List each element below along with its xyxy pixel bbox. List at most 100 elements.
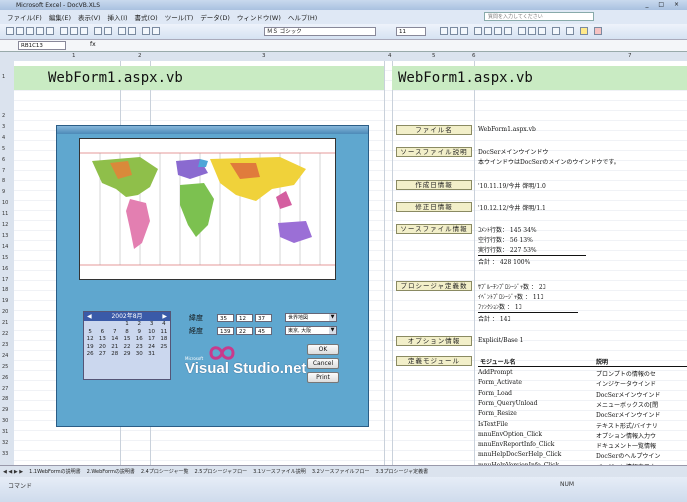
- menu-view[interactable]: 表示(V): [78, 12, 101, 22]
- comma-icon[interactable]: [538, 27, 546, 35]
- menu-format[interactable]: 書式(O): [135, 12, 158, 22]
- indent-icon[interactable]: [552, 27, 560, 35]
- row-header-5[interactable]: 5: [2, 146, 5, 152]
- row-header-24[interactable]: 24: [2, 353, 8, 359]
- calendar-day[interactable]: 31: [145, 351, 157, 359]
- redo-icon[interactable]: [104, 27, 112, 35]
- calendar-day[interactable]: 14: [109, 336, 121, 344]
- col-header-4[interactable]: 4: [388, 53, 392, 59]
- col-header-2[interactable]: 2: [138, 53, 142, 59]
- row-header-2[interactable]: 2: [2, 113, 5, 119]
- row-header-3[interactable]: 3: [2, 124, 5, 130]
- sheet-tab-5[interactable]: 3.1ソースファイル説明: [253, 468, 306, 475]
- calendar-day[interactable]: 20: [96, 344, 108, 352]
- row-header-1[interactable]: 1: [2, 74, 5, 80]
- currency-icon[interactable]: [518, 27, 526, 35]
- longitude-sec-input[interactable]: 45: [255, 327, 272, 335]
- calendar-day[interactable]: 12: [84, 336, 96, 344]
- fill-color-icon[interactable]: [580, 27, 588, 35]
- calendar-day[interactable]: 27: [96, 351, 108, 359]
- latitude-min-input[interactable]: 12: [236, 314, 253, 322]
- row-header-14[interactable]: 14: [2, 244, 8, 250]
- row-header-19[interactable]: 19: [2, 298, 8, 304]
- menu-edit[interactable]: 編集(E): [49, 12, 71, 22]
- row-header-12[interactable]: 12: [2, 222, 8, 228]
- row-header-6[interactable]: 6: [2, 157, 5, 163]
- tab-nav-icon[interactable]: ◀ ◀ ▶ ▶: [3, 469, 23, 475]
- row-header-16[interactable]: 16: [2, 266, 8, 272]
- prev-month-icon[interactable]: ◀: [87, 312, 92, 321]
- col-header-3[interactable]: 3: [262, 53, 266, 59]
- calendar-days[interactable]: 1 2 3 4 5 6 7 8 9 10 11 12 13 14 15 16 17 18 19 20 21 22 23 24 2…: [84, 321, 170, 359]
- calendar-day[interactable]: 16: [133, 336, 145, 344]
- col-header-6[interactable]: 6: [472, 53, 476, 59]
- window-controls[interactable]: _ □ ×: [645, 1, 683, 8]
- month-calendar[interactable]: ◀ 2002年8月 ▶ 1 2 3 4 5 6 7 8 9 10 11 12 13 14 15 16 17 18 1…: [83, 311, 171, 380]
- menu-insert[interactable]: 挿入(I): [108, 12, 128, 22]
- calendar-day[interactable]: 10: [145, 329, 157, 337]
- latitude-sec-input[interactable]: 37: [255, 314, 272, 322]
- calendar-day[interactable]: 23: [133, 344, 145, 352]
- chart-icon[interactable]: [142, 27, 150, 35]
- calendar-day[interactable]: 25: [158, 344, 170, 352]
- row-header-27[interactable]: 27: [2, 386, 8, 392]
- map-select[interactable]: 世界地図 ▼: [285, 313, 337, 322]
- calendar-day[interactable]: 29: [121, 351, 133, 359]
- row-header-4[interactable]: 4: [2, 135, 5, 141]
- calendar-day[interactable]: 11: [158, 329, 170, 337]
- font-color-icon[interactable]: [594, 27, 602, 35]
- row-header-18[interactable]: 18: [2, 287, 8, 293]
- ok-button[interactable]: OK: [307, 344, 339, 355]
- calendar-day[interactable]: 17: [145, 336, 157, 344]
- calendar-day[interactable]: 26: [84, 351, 96, 359]
- calendar-day[interactable]: 22: [121, 344, 133, 352]
- print-icon[interactable]: [36, 27, 44, 35]
- longitude-deg-input[interactable]: 139: [217, 327, 234, 335]
- row-header-29[interactable]: 29: [2, 407, 8, 413]
- menu-tools[interactable]: ツール(T): [165, 12, 194, 22]
- row-header-20[interactable]: 20: [2, 309, 8, 315]
- save-icon[interactable]: [26, 27, 34, 35]
- row-header-33[interactable]: 33: [2, 451, 8, 457]
- percent-icon[interactable]: [528, 27, 536, 35]
- row-header-17[interactable]: 17: [2, 277, 8, 283]
- borders-icon[interactable]: [566, 27, 574, 35]
- calendar-day[interactable]: 6: [96, 329, 108, 337]
- align-center-icon[interactable]: [484, 27, 492, 35]
- calendar-day[interactable]: [84, 321, 96, 329]
- calendar-day[interactable]: 8: [121, 329, 133, 337]
- menu-file[interactable]: ファイル(F): [7, 12, 42, 22]
- row-header-15[interactable]: 15: [2, 255, 8, 261]
- undo-icon[interactable]: [94, 27, 102, 35]
- row-header-32[interactable]: 32: [2, 440, 8, 446]
- row-header-10[interactable]: 10: [2, 200, 8, 206]
- paste-icon[interactable]: [80, 27, 88, 35]
- copy-icon[interactable]: [70, 27, 78, 35]
- calendar-day[interactable]: 19: [84, 344, 96, 352]
- city-select[interactable]: 東京, 大阪 ▼: [285, 326, 337, 335]
- chevron-down-icon[interactable]: ▼: [329, 314, 336, 321]
- sheet-tab-6[interactable]: 3.2ソースファイルフロー: [312, 468, 370, 475]
- col-header-5[interactable]: 5: [432, 53, 436, 59]
- bold-icon[interactable]: [440, 27, 448, 35]
- calendar-day[interactable]: 30: [133, 351, 145, 359]
- calendar-day[interactable]: 24: [145, 344, 157, 352]
- col-header-1[interactable]: 1: [72, 53, 76, 59]
- calendar-day[interactable]: 28: [109, 351, 121, 359]
- sort-icon[interactable]: [128, 27, 136, 35]
- align-left-icon[interactable]: [474, 27, 482, 35]
- sheet-tab-4[interactable]: 2.5プロシージャフロー: [195, 468, 248, 475]
- calendar-day[interactable]: 7: [109, 329, 121, 337]
- col-header-7[interactable]: 7: [628, 53, 632, 59]
- new-icon[interactable]: [6, 27, 14, 35]
- row-header-7[interactable]: 7: [2, 168, 5, 174]
- calendar-day[interactable]: [96, 321, 108, 329]
- name-box[interactable]: RB1C13: [18, 41, 66, 50]
- font-size-select[interactable]: 11: [396, 27, 426, 36]
- calendar-day[interactable]: 1: [121, 321, 133, 329]
- menu-data[interactable]: データ(D): [200, 12, 230, 22]
- sheet-tab-3[interactable]: 2.4プロシージャ一覧: [141, 468, 189, 475]
- row-header-25[interactable]: 25: [2, 364, 8, 370]
- row-header-28[interactable]: 28: [2, 396, 8, 402]
- font-select[interactable]: ＭＳ ゴシック: [264, 27, 376, 36]
